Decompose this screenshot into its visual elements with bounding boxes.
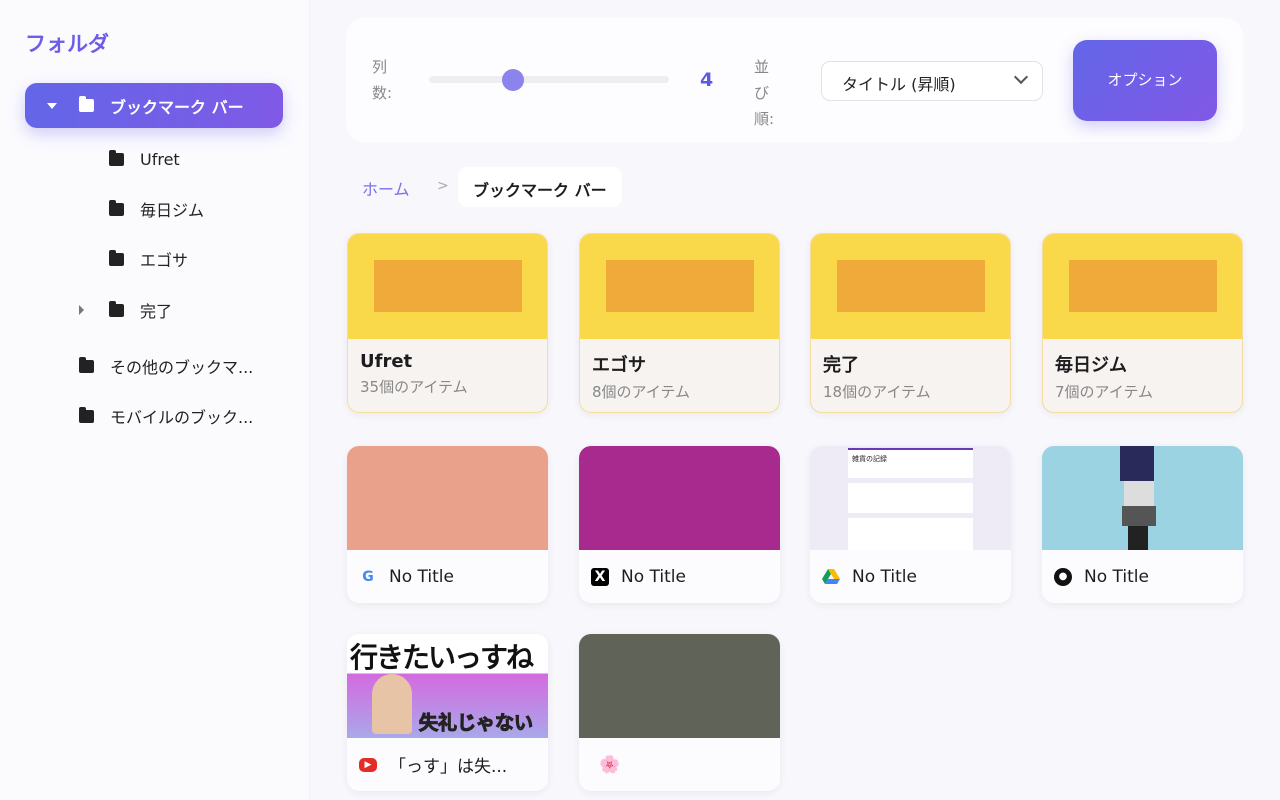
thumbnail <box>579 446 780 550</box>
sidebar-item-label: ブックマーク バー <box>110 97 244 117</box>
sidebar-item-label: モバイルのブック... <box>110 408 254 427</box>
folder-title: Ufret <box>360 351 413 372</box>
thumbnail-text: 行きたいっすね <box>350 641 534 674</box>
folder-thumbnail <box>811 234 1010 339</box>
sidebar-item-other-bookmarks[interactable]: その他のブックマ... <box>79 351 253 381</box>
sidebar-item-label: 毎日ジム <box>140 201 205 220</box>
folder-card[interactable]: 毎日ジム 7個のアイテム <box>1042 233 1243 413</box>
bookmark-title: No Title <box>389 566 454 587</box>
thumbnail <box>347 446 548 550</box>
bookmark-card[interactable]: 🌸 <box>579 634 780 791</box>
sidebar-item-label: その他のブックマ... <box>110 358 254 377</box>
folder-thumbnail <box>580 234 779 339</box>
chevron-down-icon <box>1013 69 1029 85</box>
thumbnail: 雑貨の記録 <box>810 446 1011 550</box>
folder-icon <box>79 406 94 423</box>
folder-thumbnail <box>348 234 547 339</box>
folder-icon <box>109 249 124 266</box>
toolbar: 列数: 4 並び順: タイトル (昇順) オプション <box>346 18 1243 142</box>
folder-icon <box>79 356 94 373</box>
folder-count: 7個のアイテム <box>1055 383 1154 401</box>
breadcrumb-home[interactable]: ホーム <box>362 176 410 200</box>
form-preview-title: 雑貨の記録 <box>848 448 973 478</box>
folder-icon <box>109 300 124 317</box>
columns-label: 列数: <box>372 58 393 102</box>
bookmark-title: No Title <box>621 566 686 587</box>
thumbnail <box>1042 446 1243 550</box>
thumbnail <box>579 634 780 738</box>
slider-thumb[interactable] <box>502 69 524 91</box>
folder-icon <box>109 199 124 216</box>
caret-down-icon[interactable] <box>47 102 57 109</box>
bookmark-title: 「っす」は失... <box>389 757 508 777</box>
thumbnail-text: 失礼じゃない <box>418 712 534 735</box>
folder-thumbnail <box>1043 234 1242 339</box>
folder-title: 完了 <box>823 355 859 376</box>
sidebar-item-label: 完了 <box>140 302 173 321</box>
bookmark-card[interactable]: X No Title <box>579 446 780 603</box>
folder-icon <box>79 96 94 112</box>
sidebar: フォルダ ブックマーク バー Ufret 毎日ジム エゴサ 完了 その他のブック… <box>0 0 310 800</box>
sort-label: 並び順: <box>754 58 775 128</box>
folder-count: 18個のアイテム <box>823 383 931 401</box>
sidebar-item-ufret[interactable]: Ufret <box>109 144 180 174</box>
sort-select[interactable]: タイトル (昇順) <box>821 61 1043 101</box>
sidebar-item-egosa[interactable]: エゴサ <box>109 244 188 274</box>
folder-card[interactable]: エゴサ 8個のアイテム <box>579 233 780 413</box>
folder-icon <box>109 149 124 166</box>
folder-count: 8個のアイテム <box>592 383 691 401</box>
sidebar-item-gym[interactable]: 毎日ジム <box>109 194 204 224</box>
sidebar-title: フォルダ <box>25 32 109 56</box>
folder-count: 35個のアイテム <box>360 378 468 396</box>
bookmark-card[interactable]: 雑貨の記録 No Title <box>810 446 1011 603</box>
folder-card[interactable]: Ufret 35個のアイテム <box>347 233 548 413</box>
bookmark-card[interactable]: 行きたいっすね 失礼じゃない ▶ 「っす」は失... <box>347 634 548 791</box>
sidebar-item-bookmark-bar[interactable]: ブックマーク バー <box>25 83 283 128</box>
sidebar-item-done[interactable]: 完了 <box>79 295 173 325</box>
thumbnail: 行きたいっすね 失礼じゃない <box>347 634 548 738</box>
bookmark-card[interactable]: G No Title <box>347 446 548 603</box>
folder-title: エゴサ <box>592 355 646 376</box>
sidebar-item-label: Ufret <box>140 149 180 169</box>
bookmark-title: No Title <box>1084 566 1149 587</box>
bookmark-title: No Title <box>852 566 917 587</box>
bookmark-card[interactable]: ● No Title <box>1042 446 1243 603</box>
youtube-icon: ▶ <box>359 757 377 772</box>
sidebar-item-label: エゴサ <box>140 251 189 270</box>
x-icon: X <box>591 567 609 586</box>
github-icon: ● <box>1054 567 1072 586</box>
folder-title: 毎日ジム <box>1055 355 1127 376</box>
columns-value: 4 <box>700 69 714 91</box>
sidebar-item-mobile-bookmarks[interactable]: モバイルのブック... <box>79 401 253 431</box>
breadcrumb-separator: > <box>437 178 449 194</box>
options-button[interactable]: オプション <box>1073 40 1217 121</box>
google-drive-icon <box>822 568 840 586</box>
google-icon: G <box>362 568 374 585</box>
folder-card[interactable]: 完了 18個のアイテム <box>810 233 1011 413</box>
caret-right-icon[interactable] <box>79 305 84 315</box>
columns-slider[interactable] <box>429 69 669 91</box>
sort-value: タイトル (昇順) <box>842 75 956 94</box>
breadcrumb-current: ブックマーク バー <box>458 167 622 207</box>
bookmark-title: 🌸 <box>599 754 621 775</box>
